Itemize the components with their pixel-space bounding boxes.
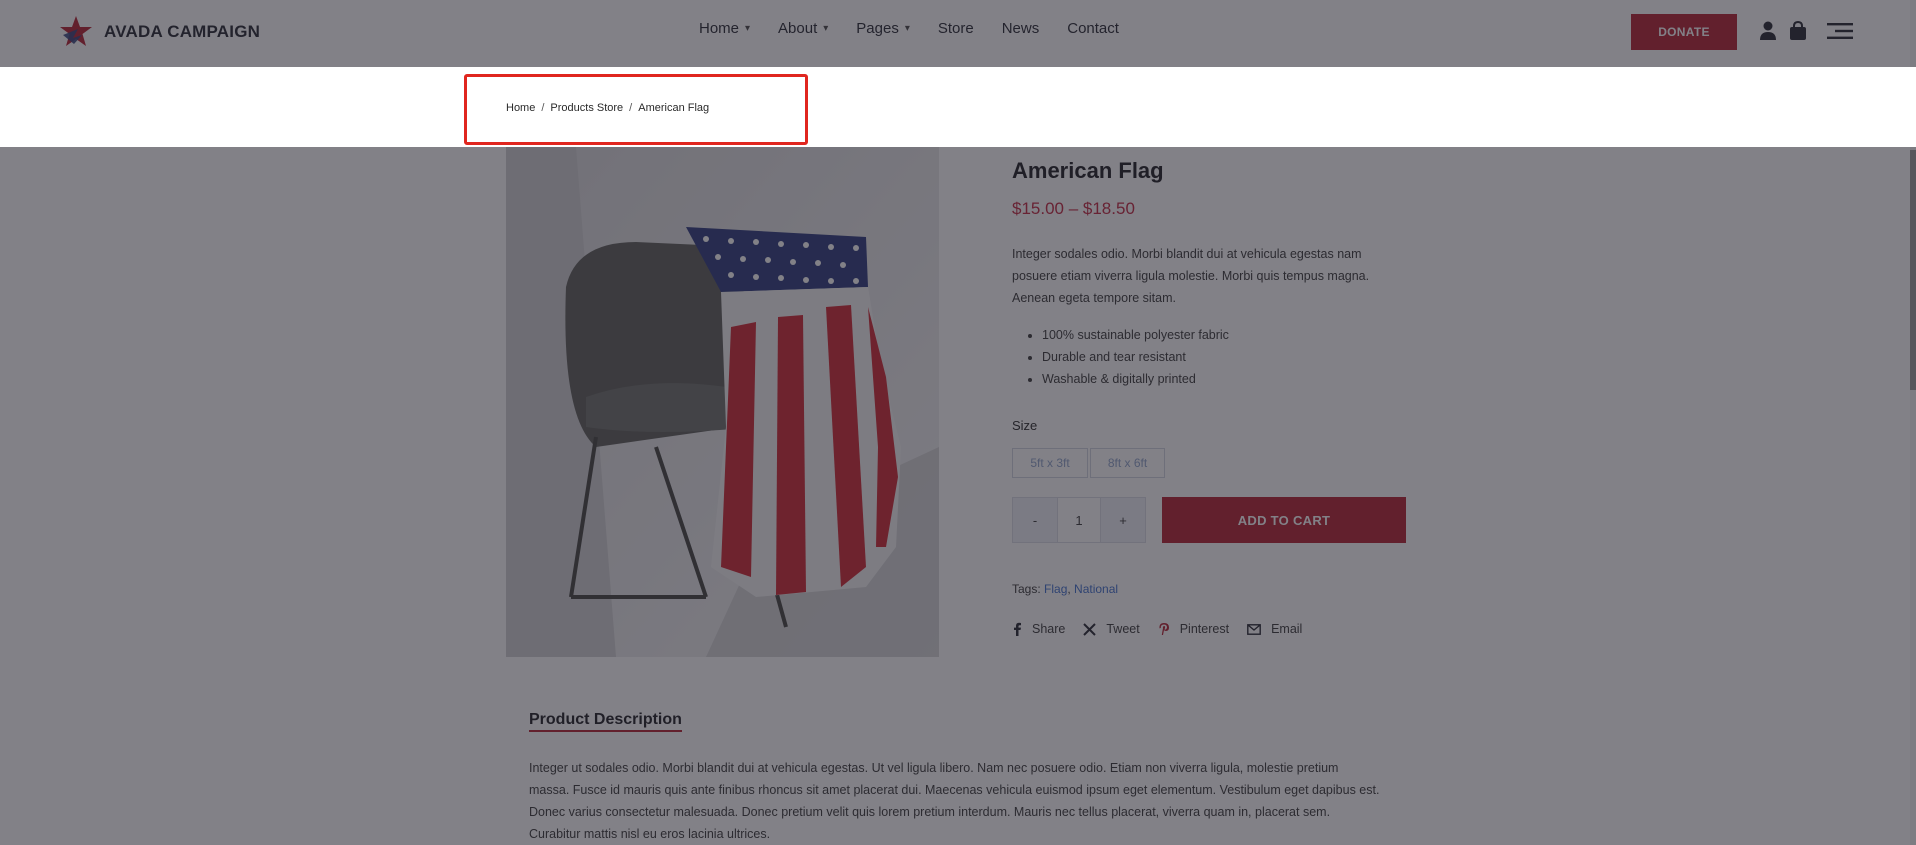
product-tags: Tags: Flag, National	[1012, 582, 1119, 596]
pinterest-icon	[1159, 623, 1169, 635]
breadcrumb-bar	[0, 67, 1916, 147]
product-price: $15.00 – $18.50	[1012, 199, 1135, 218]
quantity-input[interactable]: 1	[1057, 498, 1101, 542]
nav-label: Contact	[1067, 20, 1119, 37]
feature-item: Durable and tear resistant	[1042, 346, 1229, 368]
nav-item-pages[interactable]: Pages ▾	[856, 20, 910, 37]
breadcrumb-item-products-store[interactable]: Products Store	[550, 102, 623, 114]
tags-label: Tags:	[1012, 582, 1041, 596]
share-pinterest-button[interactable]: Pinterest	[1158, 622, 1229, 636]
main-nav: Home ▾ About ▾ Pages ▾ Store News Contact	[699, 20, 1119, 37]
feature-item: 100% sustainable polyester fabric	[1042, 324, 1229, 346]
share-bar: Share Tweet Pinterest Email	[1012, 622, 1302, 636]
user-icon[interactable]	[1759, 21, 1777, 41]
quantity-plus-button[interactable]: +	[1101, 498, 1145, 542]
share-x-button[interactable]: Tweet	[1083, 622, 1140, 636]
site-header: AVADA CAMPAIGN Home ▾ About ▾ Pages ▾ Store…	[0, 0, 1916, 67]
logo-text: AVADA CAMPAIGN	[104, 22, 261, 41]
nav-label: Pages	[856, 20, 899, 37]
flag-on-chair-image	[506, 147, 939, 657]
nav-label: News	[1001, 20, 1040, 37]
product-description-text: Integer ut sodales odio. Morbi blandit d…	[529, 761, 1380, 841]
site-logo[interactable]: AVADA CAMPAIGN	[58, 14, 260, 50]
product-short-description: Integer sodales odio. Morbi blandit dui …	[1012, 247, 1370, 305]
product-title: American Flag	[1012, 158, 1164, 183]
share-label: Pinterest	[1179, 622, 1230, 636]
tag-link-national[interactable]: National	[1074, 582, 1118, 596]
nav-item-home[interactable]: Home ▾	[699, 20, 750, 37]
add-to-cart-button[interactable]: ADD TO CART	[1162, 497, 1406, 543]
breadcrumb-item-home[interactable]: Home	[506, 102, 535, 114]
share-email-button[interactable]: Email	[1247, 622, 1302, 636]
nav-item-about[interactable]: About ▾	[778, 20, 828, 37]
share-label: Share	[1032, 622, 1066, 636]
x-icon	[1083, 622, 1097, 636]
breadcrumb-item-current: American Flag	[638, 102, 710, 114]
share-facebook-button[interactable]: Share	[1012, 622, 1065, 636]
donate-button[interactable]: DONATE	[1631, 14, 1737, 50]
breadcrumb: Home / Products Store / American Flag	[506, 102, 709, 114]
nav-label: About	[778, 20, 818, 37]
nav-item-news[interactable]: News	[1002, 20, 1040, 37]
product-image[interactable]	[506, 147, 939, 657]
size-option-8x6[interactable]: 8ft x 6ft	[1090, 448, 1165, 478]
feature-item: Washable & digitally printed	[1042, 368, 1229, 390]
breadcrumb-separator: /	[541, 102, 545, 114]
chevron-down-icon: ▾	[745, 23, 751, 34]
breadcrumb-separator: /	[629, 102, 633, 114]
size-label: Size	[1012, 418, 1038, 433]
quantity-stepper: - 1 +	[1012, 497, 1146, 543]
chevron-down-icon: ▾	[904, 23, 910, 34]
nav-item-contact[interactable]: Contact	[1067, 20, 1119, 37]
product-description-title: Product Description	[529, 711, 682, 732]
nav-label: Store	[937, 20, 974, 37]
size-option-5x3[interactable]: 5ft x 3ft	[1012, 448, 1088, 478]
feature-list: 100% sustainable polyester fabric Durabl…	[1012, 324, 1229, 390]
menu-icon[interactable]	[1827, 23, 1853, 39]
email-icon	[1247, 623, 1261, 635]
shopping-bag-icon[interactable]	[1789, 21, 1807, 41]
scrollbar-thumb[interactable]	[1910, 150, 1916, 390]
tag-link-flag[interactable]: Flag	[1044, 582, 1067, 596]
nav-label: Home	[699, 20, 740, 37]
quantity-minus-button[interactable]: -	[1013, 498, 1057, 542]
nav-item-store[interactable]: Store	[938, 20, 974, 37]
star-logo-icon	[60, 16, 92, 46]
chevron-down-icon: ▾	[823, 23, 829, 34]
facebook-icon	[1014, 622, 1021, 636]
share-label: Email	[1271, 622, 1303, 636]
share-label: Tweet	[1106, 622, 1140, 636]
